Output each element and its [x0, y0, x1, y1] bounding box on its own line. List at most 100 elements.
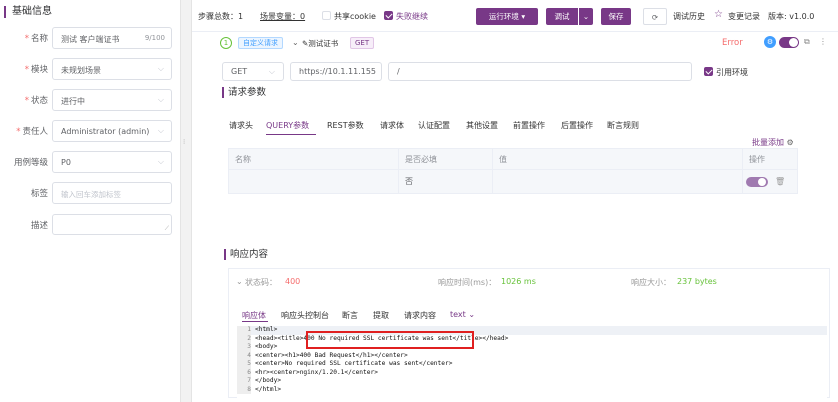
param-enable-toggle[interactable] — [746, 177, 768, 187]
tab-rest-params[interactable]: REST参数 — [327, 120, 364, 131]
error-status: Error — [722, 38, 743, 48]
status-code-value: 400 — [285, 277, 301, 286]
resp-tab-assertions[interactable]: 断言 — [342, 310, 358, 321]
resp-tab-console[interactable]: 控制台 — [305, 310, 329, 321]
module-select[interactable]: 未规划场景 ⌵ — [52, 58, 172, 80]
fail-continue-checkbox[interactable]: 失败继续 — [384, 11, 428, 22]
chevron-down-icon: ⌵ — [157, 95, 164, 104]
form-row-name: * 名称 测试 客户端证书 9/100 — [0, 27, 180, 49]
method-select[interactable]: GET ⌵ — [222, 62, 284, 81]
change-log-link[interactable]: 变更记录 — [728, 11, 760, 22]
level-select[interactable]: P0 ⌵ — [52, 151, 172, 173]
delete-icon[interactable]: 🗑 — [775, 170, 785, 193]
tab-body[interactable]: 请求体 — [380, 120, 404, 131]
star-icon[interactable]: ☆ — [714, 9, 723, 20]
chevron-down-icon: ⌄ — [468, 310, 476, 319]
tab-assertions[interactable]: 断言规则 — [607, 120, 639, 131]
debug-history-link[interactable]: 调试历史 — [673, 11, 705, 22]
active-tab-indicator — [266, 134, 316, 135]
param-required-cell[interactable]: 否 — [399, 170, 493, 193]
col-header-value: 值 — [493, 149, 743, 170]
form-row-module: * 模块 未规划场景 ⌵ — [0, 58, 180, 80]
panel-splitter[interactable]: ⁞ — [180, 0, 192, 402]
param-name-cell[interactable] — [229, 170, 399, 193]
resize-handle-icon[interactable]: ⟋ — [165, 225, 169, 233]
col-header-name: 名称 — [229, 149, 399, 170]
request-type-tag: 自定义请求 — [238, 37, 283, 49]
form-row-status: * 状态 进行中 ⌵ — [0, 89, 180, 111]
chevron-down-icon: ⌵ — [157, 157, 164, 166]
section-title-basic-info: 基础信息 — [4, 6, 52, 18]
desc-label: 描述 — [30, 221, 48, 231]
collapse-chevron-icon[interactable]: ⌄ — [292, 38, 299, 47]
path-input[interactable]: / — [388, 62, 692, 81]
steps-total: 步骤总数：1 — [198, 12, 244, 21]
error-highlight-box — [306, 331, 474, 349]
chevron-down-icon: ⌵ — [157, 64, 164, 73]
run-env-button[interactable]: 运行环境 ▾ — [476, 8, 538, 25]
more-icon[interactable]: ⋮ — [819, 37, 827, 46]
param-value-cell[interactable] — [493, 170, 743, 193]
debug-button[interactable]: 调试 — [546, 8, 578, 25]
resp-active-tab-indicator — [242, 321, 268, 322]
form-row-desc: 描述 ⟋ — [0, 214, 180, 236]
chevron-down-icon: ⌵ — [268, 67, 275, 76]
name-char-count: 9/100 — [144, 34, 165, 42]
code-line: 6 <hr><center>nginx/1.20.1</center> — [237, 368, 827, 377]
code-line: 7 </body> — [237, 377, 827, 386]
status-label: * 状态 — [24, 96, 48, 106]
toolbar: 步骤总数：1 场景变量：0 共享cookie 失败继续 运行环境 ▾ 调试 ⌄ … — [192, 0, 838, 32]
tab-auth[interactable]: 认证配置 — [418, 120, 450, 131]
refresh-button[interactable]: ⟳ — [643, 8, 667, 25]
response-time-value: 1026 ms — [501, 277, 536, 286]
use-env-checkbox[interactable]: 引用环境 — [704, 67, 748, 78]
chevron-down-icon: ⌵ — [157, 126, 164, 135]
tab-headers[interactable]: 请求头 — [229, 120, 253, 131]
format-select[interactable]: text ⌄ — [450, 310, 475, 319]
collapse-chevron-icon[interactable]: ⌄ — [236, 277, 243, 286]
tab-post-ops[interactable]: 后置操作 — [561, 120, 593, 131]
resp-tab-extract[interactable]: 提取 — [373, 310, 389, 321]
scene-variables-link[interactable]: 场景变量：0 — [260, 11, 305, 22]
resp-tab-body[interactable]: 响应体 — [242, 310, 266, 321]
resp-tab-request[interactable]: 请求内容 — [404, 310, 436, 321]
response-title: 响应内容 — [224, 249, 268, 260]
host-input[interactable]: https://10.1.11.155 — [290, 62, 382, 81]
batch-add-link[interactable]: 批量添加 ⚙ — [752, 137, 794, 148]
caret-down-icon: ▾ — [521, 12, 526, 21]
col-header-required: 是否必填 — [399, 149, 493, 170]
tags-label: 标签 — [30, 189, 48, 199]
save-button[interactable]: 保存 — [601, 8, 631, 25]
code-line: 4 <center><h1>400 Bad Request</h1></cente… — [237, 351, 827, 360]
param-actions-cell: 🗑 — [743, 170, 797, 193]
tab-other-settings[interactable]: 其他设置 — [466, 120, 498, 131]
col-header-actions: 操作 — [743, 149, 797, 170]
status-code-label: 状态码： — [245, 278, 277, 287]
copy-icon[interactable]: ⧉ — [804, 37, 810, 47]
settings-icon[interactable]: ⚙ — [764, 36, 776, 48]
splitter-grip-icon[interactable]: ⁞ — [183, 138, 189, 152]
owner-select[interactable]: Administrator (admin) ⌵ — [52, 120, 172, 142]
share-cookie-checkbox[interactable]: 共享cookie — [322, 11, 376, 22]
method-tag: GET — [350, 37, 375, 49]
form-row-owner: * 责任人 Administrator (admin) ⌵ — [0, 120, 180, 142]
step-name[interactable]: ✎测试证书 — [302, 38, 338, 49]
name-input[interactable]: 测试 客户端证书 9/100 — [52, 27, 172, 49]
tab-pre-ops[interactable]: 前置操作 — [513, 120, 545, 131]
version-label: 版本: v1.0.0 — [768, 12, 815, 21]
code-line: 8 </html> — [237, 385, 827, 394]
form-row-level: 用例等级 P0 ⌵ — [0, 151, 180, 173]
request-params-title: 请求参数 — [222, 87, 266, 98]
status-select[interactable]: 进行中 ⌵ — [52, 89, 172, 111]
desc-textarea[interactable]: ⟋ — [52, 214, 172, 235]
tags-input[interactable]: 输入回车添加标签 — [52, 182, 172, 204]
enable-toggle[interactable] — [779, 37, 799, 48]
basic-info-panel: 基础信息 * 名称 测试 客户端证书 9/100 * 模块 未规划场景 ⌵ * 状态 … — [0, 0, 180, 402]
tab-query-params[interactable]: QUERY参数 — [266, 120, 309, 131]
chevron-down-icon: ⌄ — [582, 12, 590, 21]
debug-dropdown-button[interactable]: ⌄ — [579, 8, 593, 25]
query-params-table: 名称 是否必填 值 操作 否 🗑 — [228, 148, 798, 194]
resp-tab-headers[interactable]: 响应头 — [281, 310, 305, 321]
level-label: 用例等级 — [13, 158, 48, 168]
step-index-badge: 1 — [220, 37, 232, 49]
